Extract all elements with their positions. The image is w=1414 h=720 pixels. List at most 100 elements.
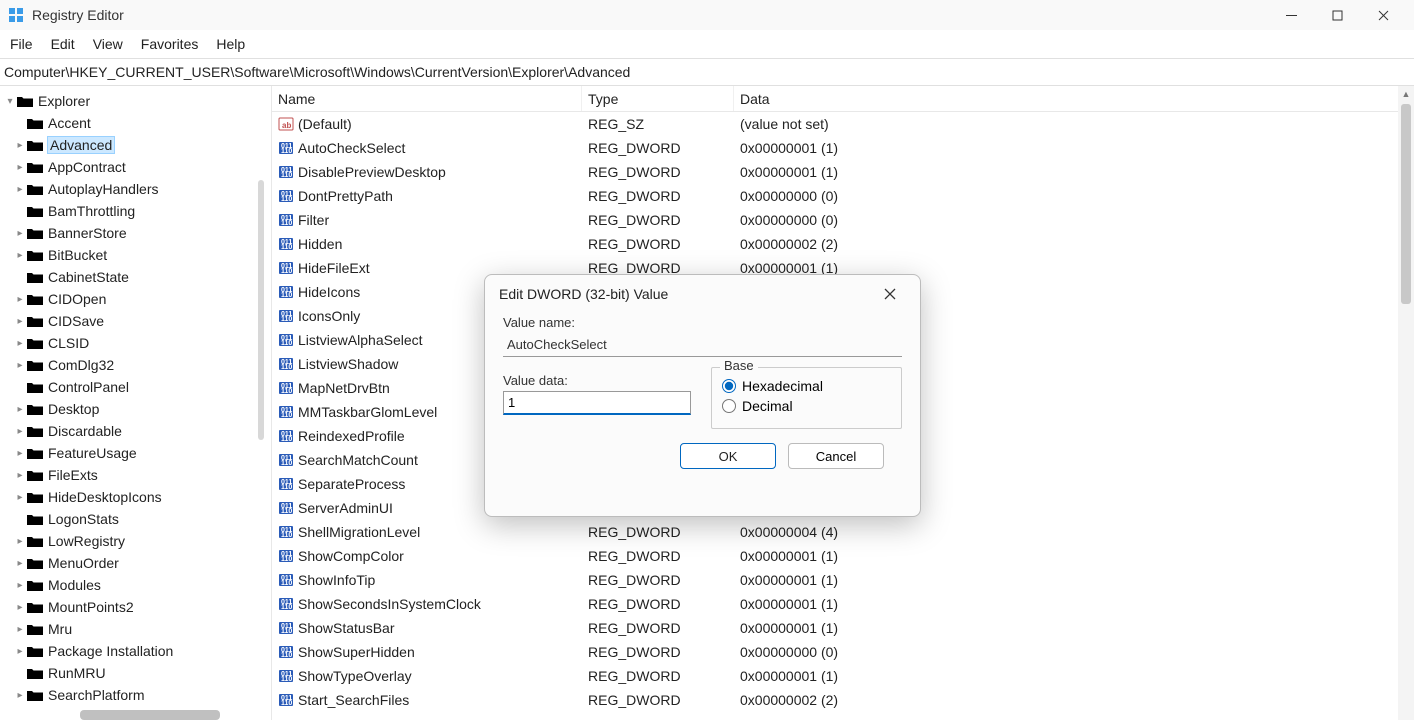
close-button[interactable]	[1360, 0, 1406, 30]
tree-item[interactable]: ▸BitBucket	[0, 244, 271, 266]
tree-item[interactable]: ▸SearchPlatform	[0, 684, 271, 706]
tree-item[interactable]: ▸Package Installation	[0, 640, 271, 662]
value-name-field[interactable]	[503, 333, 902, 357]
list-row[interactable]: 011110FilterREG_DWORD0x00000000 (0)	[272, 208, 1414, 232]
tree-item[interactable]: ▸Mru	[0, 618, 271, 640]
chevron-right-icon: ▸	[14, 690, 26, 701]
list-row[interactable]: 011110ShellMigrationLevelREG_DWORD0x0000…	[272, 520, 1414, 544]
radio-hexadecimal[interactable]: Hexadecimal	[722, 378, 891, 394]
scroll-thumb[interactable]	[1401, 104, 1411, 304]
chevron-right-icon: ▸	[14, 250, 26, 261]
maximize-button[interactable]	[1314, 0, 1360, 30]
menu-help[interactable]: Help	[216, 36, 245, 52]
value-data-field[interactable]	[503, 391, 691, 415]
ok-button[interactable]: OK	[680, 443, 776, 469]
tree-item[interactable]: ▸ComDlg32	[0, 354, 271, 376]
tree-item[interactable]: ▸MountPoints2	[0, 596, 271, 618]
list-row[interactable]: ab(Default)REG_SZ(value not set)	[272, 112, 1414, 136]
svg-text:110: 110	[281, 268, 292, 275]
radio-decimal[interactable]: Decimal	[722, 398, 891, 414]
tree-item[interactable]: ▸Advanced	[0, 134, 271, 156]
chevron-right-icon: ▸	[14, 360, 26, 371]
list-row[interactable]: 011110ShowSecondsInSystemClockREG_DWORD0…	[272, 592, 1414, 616]
list-row[interactable]: 011110DisablePreviewDesktopREG_DWORD0x00…	[272, 160, 1414, 184]
list-row[interactable]: 011110DontPrettyPathREG_DWORD0x00000000 …	[272, 184, 1414, 208]
tree-item[interactable]: ▸BannerStore	[0, 222, 271, 244]
tree-item[interactable]: ▸HideDesktopIcons	[0, 486, 271, 508]
list-row[interactable]: 011110ShowStatusBarREG_DWORD0x00000001 (…	[272, 616, 1414, 640]
tree-item[interactable]: BamThrottling	[0, 200, 271, 222]
tree-item[interactable]: ▸FileExts	[0, 464, 271, 486]
svg-text:110: 110	[281, 628, 292, 635]
svg-text:110: 110	[281, 604, 292, 611]
chevron-right-icon: ▸	[14, 184, 26, 195]
column-name[interactable]: Name	[272, 86, 582, 111]
tree-item[interactable]: ▸CLSID	[0, 332, 271, 354]
list-row[interactable]: 011110ShowCompColorREG_DWORD0x00000001 (…	[272, 544, 1414, 568]
tree-item[interactable]: ▸MenuOrder	[0, 552, 271, 574]
tree-item[interactable]: RunMRU	[0, 662, 271, 684]
scroll-up-icon[interactable]: ▲	[1398, 86, 1414, 102]
menu-favorites[interactable]: Favorites	[141, 36, 199, 52]
tree-item[interactable]: ControlPanel	[0, 376, 271, 398]
tree-item-explorer[interactable]: ▾Explorer	[0, 90, 271, 112]
cancel-button[interactable]: Cancel	[788, 443, 884, 469]
splitter-handle[interactable]	[258, 180, 264, 440]
address-text: Computer\HKEY_CURRENT_USER\Software\Micr…	[4, 64, 630, 80]
list-vertical-scrollbar[interactable]: ▲	[1398, 86, 1414, 720]
list-row[interactable]: 011110ShowTypeOverlayREG_DWORD0x00000001…	[272, 664, 1414, 688]
menu-edit[interactable]: Edit	[51, 36, 75, 52]
tree-item[interactable]: ▸AutoplayHandlers	[0, 178, 271, 200]
address-bar[interactable]: Computer\HKEY_CURRENT_USER\Software\Micr…	[0, 58, 1414, 86]
list-row[interactable]: 011110HiddenREG_DWORD0x00000002 (2)	[272, 232, 1414, 256]
dialog-close-button[interactable]	[874, 278, 906, 310]
value-name-label: Value name:	[503, 315, 902, 330]
menu-file[interactable]: File	[10, 36, 33, 52]
tree-item[interactable]: ▸Discardable	[0, 420, 271, 442]
menu-view[interactable]: View	[93, 36, 123, 52]
column-data[interactable]: Data	[734, 86, 1414, 111]
list-row[interactable]: 011110ShowSuperHiddenREG_DWORD0x00000000…	[272, 640, 1414, 664]
chevron-right-icon: ▸	[14, 338, 26, 349]
svg-text:110: 110	[281, 484, 292, 491]
window-titlebar: Registry Editor	[0, 0, 1414, 30]
svg-text:110: 110	[281, 196, 292, 203]
edit-dword-dialog: Edit DWORD (32-bit) Value Value name: Va…	[484, 274, 921, 517]
list-header: Name Type Data	[272, 86, 1414, 112]
column-type[interactable]: Type	[582, 86, 734, 111]
list-row[interactable]: 011110ShowInfoTipREG_DWORD0x00000001 (1)	[272, 568, 1414, 592]
svg-text:110: 110	[281, 412, 292, 419]
chevron-right-icon: ▸	[14, 558, 26, 569]
base-label: Base	[720, 358, 758, 373]
regedit-icon	[8, 7, 24, 23]
list-row[interactable]: 011110Start_SearchFilesREG_DWORD0x000000…	[272, 688, 1414, 712]
chevron-right-icon: ▸	[14, 316, 26, 327]
svg-text:110: 110	[281, 148, 292, 155]
tree-item[interactable]: ▸Modules	[0, 574, 271, 596]
tree-item[interactable]: ▸CIDSave	[0, 310, 271, 332]
svg-text:110: 110	[281, 220, 292, 227]
tree-item[interactable]: ▸AppContract	[0, 156, 271, 178]
tree-item[interactable]: CabinetState	[0, 266, 271, 288]
minimize-button[interactable]	[1268, 0, 1314, 30]
chevron-right-icon: ▸	[14, 404, 26, 415]
window-title: Registry Editor	[32, 7, 124, 23]
chevron-right-icon: ▸	[14, 140, 26, 151]
tree-item[interactable]: Accent	[0, 112, 271, 134]
value-data-label: Value data:	[503, 373, 691, 388]
svg-text:110: 110	[281, 436, 292, 443]
radio-hex-input[interactable]	[722, 379, 736, 393]
chevron-right-icon: ▸	[14, 294, 26, 305]
radio-dec-input[interactable]	[722, 399, 736, 413]
list-row[interactable]: 011110AutoCheckSelectREG_DWORD0x00000001…	[272, 136, 1414, 160]
chevron-right-icon: ▸	[14, 624, 26, 635]
chevron-down-icon: ▾	[4, 96, 16, 107]
tree-item[interactable]: LogonStats	[0, 508, 271, 530]
tree-horizontal-scrollbar[interactable]	[80, 710, 220, 720]
tree-item[interactable]: ▸Desktop	[0, 398, 271, 420]
tree-item[interactable]: ▸LowRegistry	[0, 530, 271, 552]
tree-view[interactable]: ▾ExplorerAccent▸Advanced▸AppContract▸Aut…	[0, 86, 272, 720]
tree-item[interactable]: ▸CIDOpen	[0, 288, 271, 310]
chevron-right-icon: ▸	[14, 426, 26, 437]
tree-item[interactable]: ▸FeatureUsage	[0, 442, 271, 464]
